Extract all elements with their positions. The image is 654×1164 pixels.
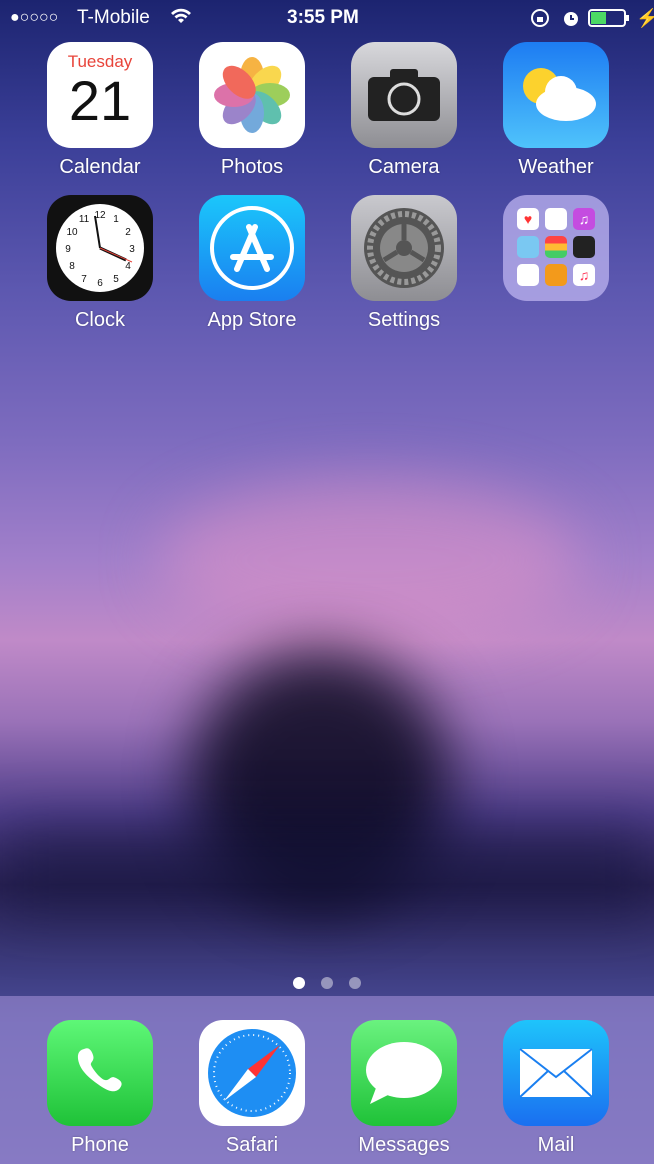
app-label: Weather: [518, 156, 594, 178]
folder-icon: ♥ ♫ ♫: [503, 195, 609, 301]
health-icon: ♥: [517, 208, 539, 230]
svg-text:7: 7: [81, 274, 87, 285]
svg-text:2: 2: [125, 227, 131, 238]
wifi-icon: [170, 7, 192, 31]
carrier: T-Mobile: [77, 7, 150, 28]
ibooks-icon: [545, 264, 567, 286]
svg-text:1: 1: [113, 214, 119, 225]
svg-text:11: 11: [79, 214, 90, 225]
svg-text:8: 8: [69, 261, 75, 272]
app-store-icon: [199, 195, 305, 301]
clock-icon: 12 3 6 9 1 2 4 5 7 8 10 11: [47, 195, 153, 301]
safari-compass-icon: [199, 1020, 305, 1126]
app-label: Mail: [537, 1134, 575, 1156]
app-label: Settings: [367, 309, 441, 331]
app-label: Photos: [220, 156, 284, 178]
app-photos[interactable]: Photos: [199, 42, 305, 179]
mail-envelope-icon: [503, 1020, 609, 1126]
svg-text:6: 6: [97, 278, 103, 289]
rotation-lock-icon: [530, 8, 550, 34]
app-weather[interactable]: Weather: [503, 42, 609, 179]
app-label: Calendar: [59, 156, 141, 178]
wallpaper-horizon: [0, 830, 654, 910]
page-indicator[interactable]: [293, 977, 361, 989]
messages-bubble-icon: [351, 1020, 457, 1126]
newsstand-icon: [517, 236, 539, 258]
page-dot[interactable]: [293, 977, 305, 989]
calendar-icon: Tuesday 21: [47, 42, 153, 148]
charging-icon: ⚡: [636, 8, 654, 28]
passbook-icon: [545, 236, 567, 258]
svg-text:3: 3: [129, 244, 135, 255]
alarm-icon: [561, 8, 581, 34]
app-label: Clock: [74, 309, 125, 331]
phone-icon: [47, 1020, 153, 1126]
settings-gear-icon: [351, 195, 457, 301]
camera-icon: [351, 42, 457, 148]
stocks-icon: [573, 236, 595, 258]
music-icon: ♫: [573, 264, 595, 286]
app-settings[interactable]: Settings: [351, 195, 457, 332]
app-folder[interactable]: ♥ ♫ ♫: [503, 195, 609, 301]
app-label: App Store: [207, 309, 297, 331]
wallpaper-glow: [160, 480, 580, 640]
dock-app-phone[interactable]: Phone: [47, 1020, 153, 1157]
app-clock[interactable]: 12 3 6 9 1 2 4 5 7 8 10 11 Clock: [47, 195, 153, 332]
calendar-date: 21: [68, 69, 132, 132]
page-dot[interactable]: [321, 977, 333, 989]
reminders-icon: [517, 264, 539, 286]
app-label: Safari: [225, 1134, 279, 1156]
dock-app-mail[interactable]: Mail: [503, 1020, 609, 1157]
tips-icon: [545, 208, 567, 230]
weather-icon: [503, 42, 609, 148]
app-app-store[interactable]: App Store: [199, 195, 305, 332]
app-label: Messages: [358, 1134, 450, 1156]
itunes-icon: ♫: [573, 208, 595, 230]
page-dot[interactable]: [349, 977, 361, 989]
clock-time: 3:55 PM: [287, 7, 359, 28]
app-label: Camera: [368, 156, 440, 178]
signal-strength: ●○○○○: [10, 9, 59, 26]
battery-icon: [588, 9, 630, 33]
svg-text:9: 9: [65, 244, 71, 255]
dock-app-safari[interactable]: Safari: [199, 1020, 305, 1157]
status-bar: ●○○○○ T-Mobile 3:55 PM ⚡: [0, 0, 654, 36]
app-calendar[interactable]: Tuesday 21 Calendar: [47, 42, 153, 179]
dock-app-messages[interactable]: Messages: [351, 1020, 457, 1157]
svg-text:10: 10: [66, 227, 78, 238]
app-camera[interactable]: Camera: [351, 42, 457, 179]
photos-icon: [199, 42, 305, 148]
app-label: Phone: [71, 1134, 129, 1156]
svg-text:4: 4: [125, 261, 131, 272]
svg-text:5: 5: [113, 274, 119, 285]
